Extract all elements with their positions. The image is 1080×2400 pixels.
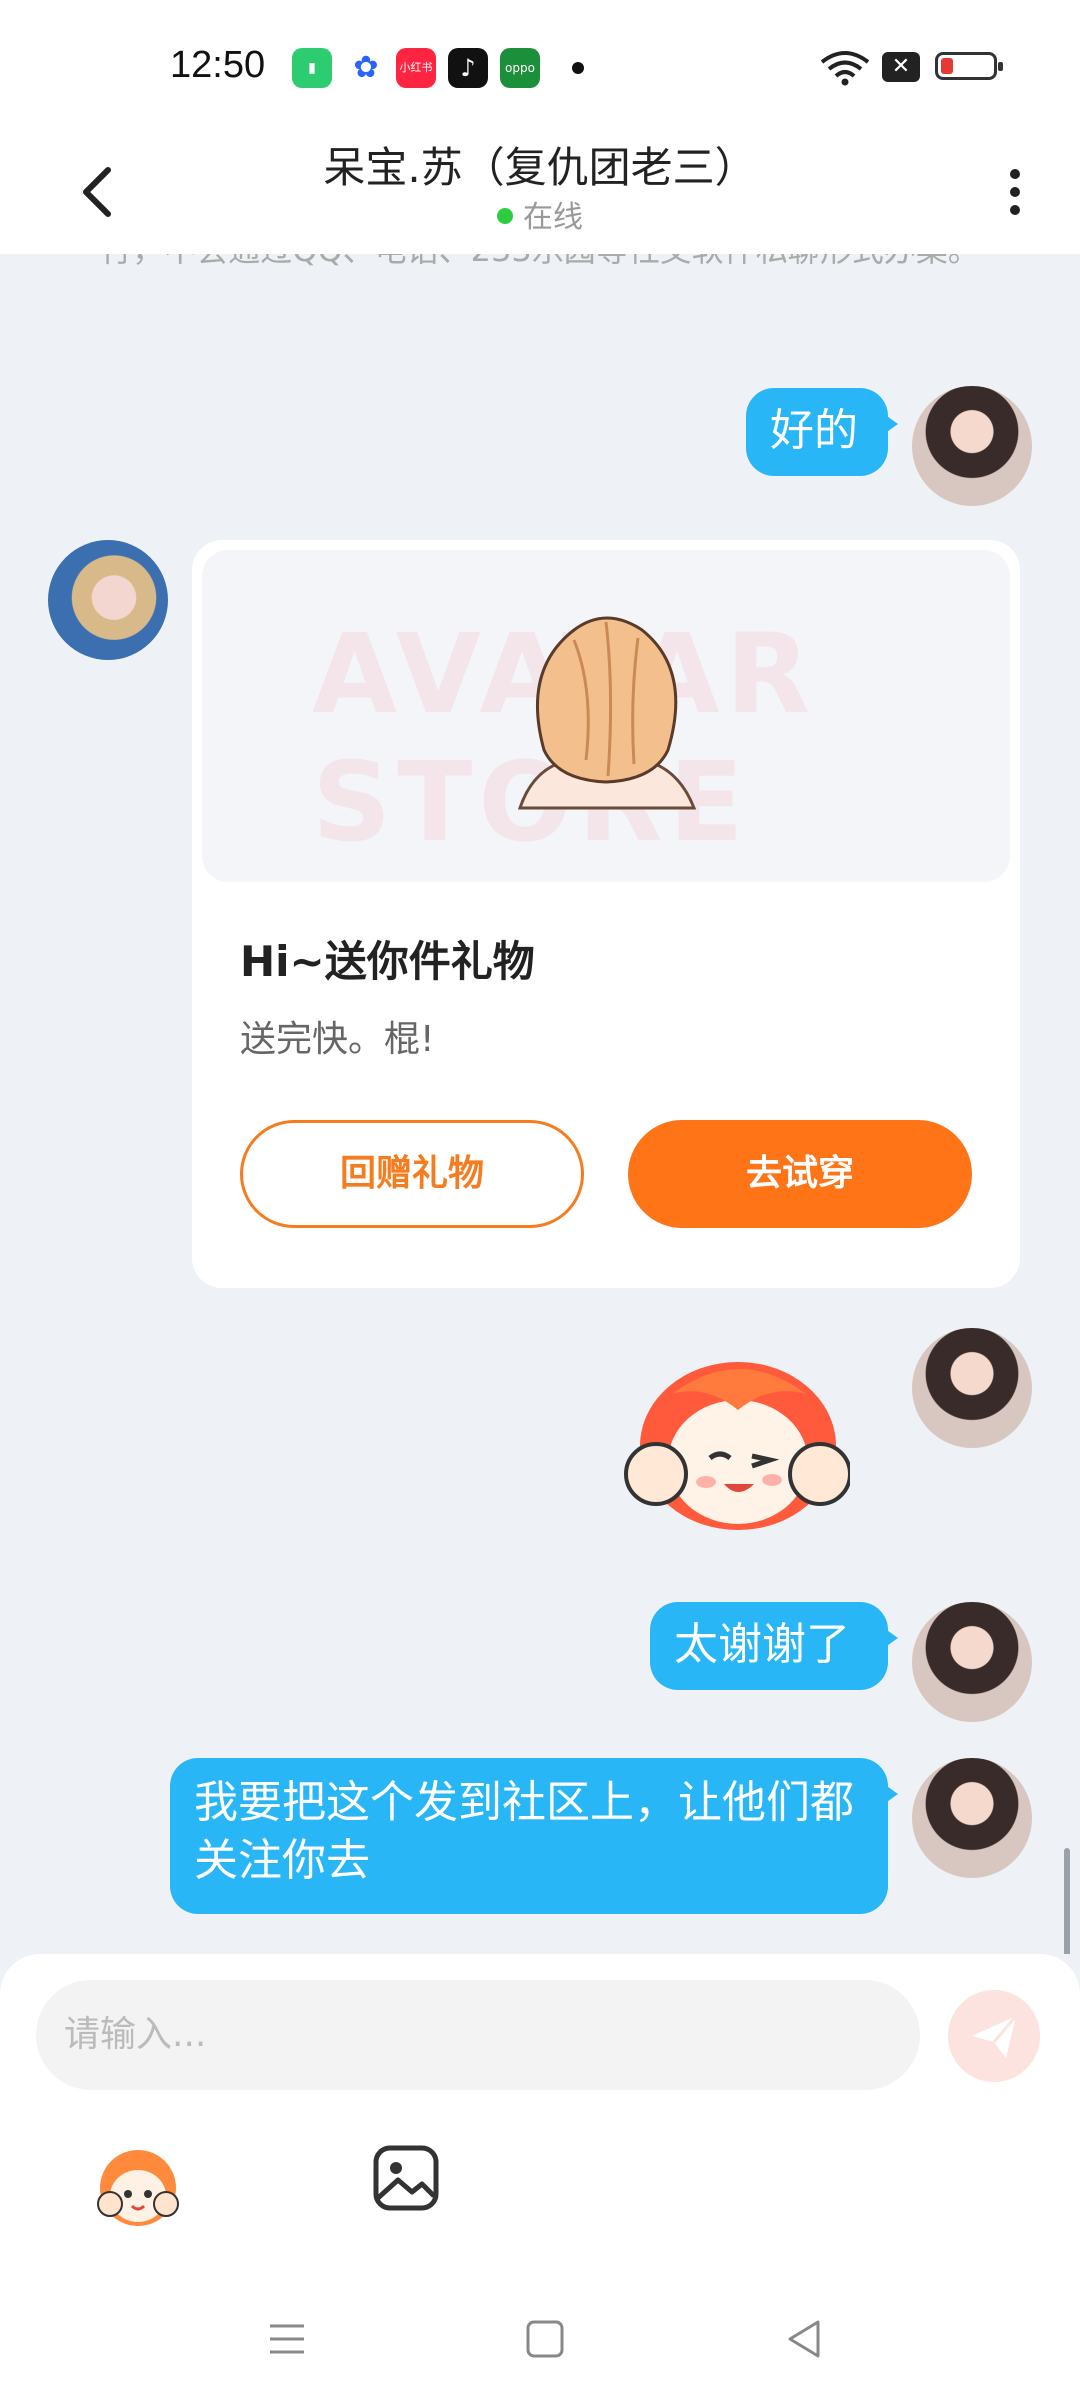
chat-header: 呆宝.苏（复仇团老三） 在线 — [0, 130, 1080, 254]
more-options-icon[interactable] — [1000, 152, 1030, 232]
menu-nav-icon[interactable] — [266, 2318, 308, 2360]
gift-preview-image: AVATAR STORE — [202, 550, 1010, 882]
my-avatar[interactable] — [912, 1328, 1032, 1448]
online-status: 在线 — [0, 192, 1080, 236]
image-picker-icon[interactable] — [370, 2142, 442, 2214]
more-notifications-dot — [572, 62, 584, 74]
scrollbar[interactable] — [1064, 1848, 1070, 1954]
my-avatar[interactable] — [912, 386, 1032, 506]
message-bubble[interactable]: 好的 — [746, 388, 898, 476]
system-notice: 行，不会通过QQ、电话、233乐园等社交软件私聊形式办案。 — [100, 254, 980, 276]
message-bubble[interactable]: 太谢谢了 — [650, 1602, 898, 1690]
message-bubble[interactable]: 我要把这个发到社区上，让他们都关注你去 — [170, 1758, 898, 1914]
back-nav-icon[interactable] — [784, 2318, 826, 2360]
home-nav-icon[interactable] — [524, 2318, 566, 2360]
battery-icon — [935, 52, 1003, 80]
gift-title: Hi~送你件礼物 — [240, 937, 535, 986]
return-gift-button[interactable]: 回赠礼物 — [240, 1120, 584, 1228]
xiaohongshu-icon: 小红书 — [396, 48, 436, 88]
chat-message-list[interactable]: 行，不会通过QQ、电话、233乐园等社交软件私聊形式办案。 好的 AVATAR … — [0, 254, 1080, 1954]
online-dot-icon — [497, 207, 513, 224]
status-bar: 12:50 ▮ ✿ 小红书 ♪ oppo ✕ — [0, 0, 1080, 130]
gift-message: 送完快。棍! — [240, 1019, 435, 1060]
message-input[interactable]: 请输入... — [36, 1980, 920, 2090]
emoji-sticker-icon[interactable] — [90, 2138, 186, 2234]
send-icon[interactable] — [948, 1990, 1040, 2082]
contact-avatar[interactable] — [48, 540, 168, 660]
oppo-store-icon: oppo — [500, 48, 540, 88]
gift-hair-item-image — [517, 616, 697, 810]
battery-app-icon: ▮ — [292, 48, 332, 88]
try-on-button[interactable]: 去试穿 — [628, 1120, 972, 1228]
tiktok-icon: ♪ — [448, 48, 488, 88]
baidu-icon: ✿ — [346, 48, 386, 88]
system-navigation-bar — [0, 2270, 1080, 2400]
no-sim-icon: ✕ — [882, 52, 920, 82]
my-avatar[interactable] — [912, 1758, 1032, 1878]
status-time: 12:50 — [170, 44, 266, 86]
mascot-sticker[interactable] — [620, 1354, 850, 1544]
gift-card[interactable]: AVATAR STORE Hi~送你件礼物 送完快。棍! 回赠礼物 去试穿 — [192, 540, 1020, 1288]
my-avatar[interactable] — [912, 1602, 1032, 1722]
chat-title: 呆宝.苏（复仇团老三） — [323, 143, 757, 192]
wifi-icon — [820, 51, 870, 86]
